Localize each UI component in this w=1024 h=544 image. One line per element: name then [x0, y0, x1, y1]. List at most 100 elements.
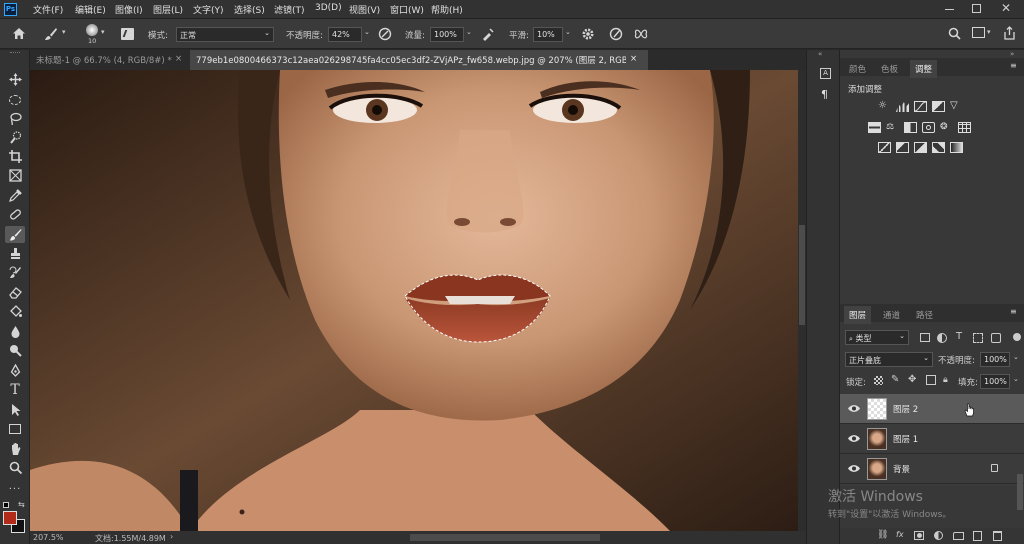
menu-type[interactable]: 文字(Y) [193, 3, 224, 16]
menu-help[interactable]: 帮助(H) [431, 3, 463, 16]
horizontal-scroll-thumb[interactable] [410, 534, 600, 541]
invert-icon[interactable] [878, 142, 891, 153]
new-layer-icon[interactable] [973, 531, 982, 541]
opacity-dropdown-arrow[interactable]: ⌄ [364, 28, 370, 36]
tab-active-document[interactable]: 779eb1e0800466373c12aea026298745fa4cc05e… [190, 50, 648, 70]
menu-3d[interactable]: 3D(D) [315, 3, 342, 13]
menu-edit[interactable]: 编辑(E) [75, 3, 106, 16]
color-lookup-icon[interactable] [958, 122, 971, 133]
eyedropper-tool-icon[interactable] [5, 187, 25, 204]
layer-row-background[interactable]: 背景 [840, 454, 1024, 484]
home-icon[interactable] [12, 27, 26, 40]
rectangle-tool-icon[interactable] [5, 420, 25, 437]
tab-close-icon[interactable]: × [630, 54, 637, 64]
tab-close-icon[interactable]: × [175, 54, 182, 64]
layer-filter-select[interactable]: ⌕ 类型 ⌄ [845, 330, 909, 345]
levels-icon[interactable] [896, 102, 909, 112]
threshold-icon[interactable] [914, 142, 927, 153]
brush-settings-icon[interactable] [121, 28, 134, 40]
swap-colors-icon[interactable]: ⇆ [18, 500, 25, 509]
layer-style-fx-icon[interactable]: fx [896, 530, 904, 539]
workspace-icon[interactable] [972, 27, 985, 38]
workspace-dropdown-arrow[interactable]: ▾ [987, 28, 991, 36]
lock-position-icon[interactable]: ✥ [908, 374, 916, 385]
flow-field[interactable]: 100% [430, 27, 464, 42]
crop-tool-icon[interactable] [5, 148, 25, 165]
search-icon[interactable] [948, 27, 961, 40]
layer-2-name[interactable]: 图层 2 [893, 403, 918, 415]
clone-stamp-tool-icon[interactable] [5, 245, 25, 262]
blur-tool-icon[interactable] [5, 323, 25, 340]
brush-size-arrow[interactable]: ▾ [101, 28, 105, 36]
default-colors-icon[interactable] [3, 502, 9, 508]
menu-view[interactable]: 视图(V) [349, 3, 380, 16]
filter-smart-objects-icon[interactable] [991, 333, 1001, 343]
lock-image-pixels-icon[interactable]: ✎ [891, 374, 899, 385]
visibility-eye-icon[interactable] [848, 464, 860, 473]
black-white-icon[interactable] [904, 122, 917, 133]
curves-icon[interactable] [914, 101, 927, 112]
character-panel-icon[interactable]: A [820, 68, 831, 79]
share-icon[interactable] [1003, 26, 1016, 40]
delete-layer-icon[interactable] [993, 531, 1002, 541]
add-mask-icon[interactable] [914, 531, 924, 540]
blend-mode-select[interactable]: 正片叠底 ⌄ [845, 352, 933, 367]
panel-menu-icon[interactable]: ≡ [1010, 61, 1017, 70]
fill-field[interactable]: 100% [980, 374, 1010, 389]
exposure-icon[interactable] [932, 101, 945, 112]
pressure-size-icon[interactable] [609, 27, 623, 41]
restore-icon[interactable] [972, 4, 981, 13]
selective-color-icon[interactable] [932, 142, 945, 153]
menu-layer[interactable]: 图层(L) [153, 3, 183, 16]
menu-select[interactable]: 选择(S) [234, 3, 265, 16]
lasso-tool-icon[interactable] [5, 110, 25, 127]
menu-filter[interactable]: 滤镜(T) [274, 3, 305, 16]
vertical-scroll-thumb[interactable] [799, 225, 805, 325]
close-icon[interactable]: ✕ [1001, 1, 1011, 15]
marquee-tool-icon[interactable] [5, 91, 25, 108]
pressure-opacity-icon[interactable] [378, 27, 392, 41]
smoothing-settings-gear-icon[interactable] [581, 27, 595, 41]
visibility-eye-icon[interactable] [848, 404, 860, 413]
foreground-color-swatch[interactable] [3, 511, 17, 525]
photoshop-logo-icon[interactable]: Ps [4, 3, 17, 16]
brush-tool-icon[interactable] [5, 226, 25, 243]
brush-preset-icon[interactable] [44, 27, 58, 41]
brush-preset-dropdown-arrow[interactable]: ▾ [62, 28, 66, 36]
new-group-icon[interactable] [953, 532, 964, 540]
background-layer-name[interactable]: 背景 [893, 463, 910, 475]
smooth-dropdown-arrow[interactable]: ⌄ [565, 28, 571, 36]
lock-artboard-icon[interactable] [926, 375, 936, 385]
layers-panel-menu-icon[interactable]: ≡ [1010, 307, 1017, 316]
path-selection-tool-icon[interactable] [5, 401, 25, 418]
gradient-map-icon[interactable] [950, 142, 963, 153]
edit-toolbar-icon[interactable]: ··· [5, 481, 25, 498]
brush-size-swatch[interactable] [86, 24, 98, 36]
layer-row-layer-1[interactable]: 图层 1 [840, 424, 1024, 454]
zoom-level[interactable]: 207.5% [33, 533, 64, 542]
lock-all-icon[interactable]: 🔒︎ [943, 375, 948, 385]
frame-tool-icon[interactable] [5, 167, 25, 184]
posterize-icon[interactable] [896, 142, 909, 153]
tab-paths[interactable]: 路径 [911, 306, 938, 324]
filter-type-layers-icon[interactable]: T [956, 331, 962, 342]
brightness-contrast-icon[interactable]: ☼ [878, 101, 891, 112]
photo-filter-icon[interactable] [922, 122, 935, 133]
menu-image[interactable]: 图像(I) [115, 3, 143, 16]
canvas-vertical-scrollbar[interactable] [798, 70, 806, 531]
dodge-tool-icon[interactable] [5, 342, 25, 359]
move-tool-icon[interactable] [5, 71, 25, 88]
vibrance-icon[interactable]: ▽ [950, 101, 963, 112]
collapse-arrows-icon[interactable]: « [818, 50, 822, 58]
filter-shape-layers-icon[interactable] [973, 333, 983, 343]
menu-file[interactable]: 文件(F) [33, 3, 63, 16]
status-menu-arrow[interactable]: › [170, 532, 173, 541]
opacity-field[interactable]: 42% [328, 27, 362, 42]
type-tool-icon[interactable]: T [5, 381, 25, 398]
airbrush-icon[interactable] [481, 27, 495, 41]
flow-dropdown-arrow[interactable]: ⌄ [466, 28, 472, 36]
tab-layers[interactable]: 图层 [844, 306, 872, 324]
layer-1-name[interactable]: 图层 1 [893, 433, 918, 445]
panel-collapse-arrows-icon[interactable]: » [1010, 50, 1014, 58]
layers-panel-scrollbar[interactable] [1017, 474, 1023, 510]
